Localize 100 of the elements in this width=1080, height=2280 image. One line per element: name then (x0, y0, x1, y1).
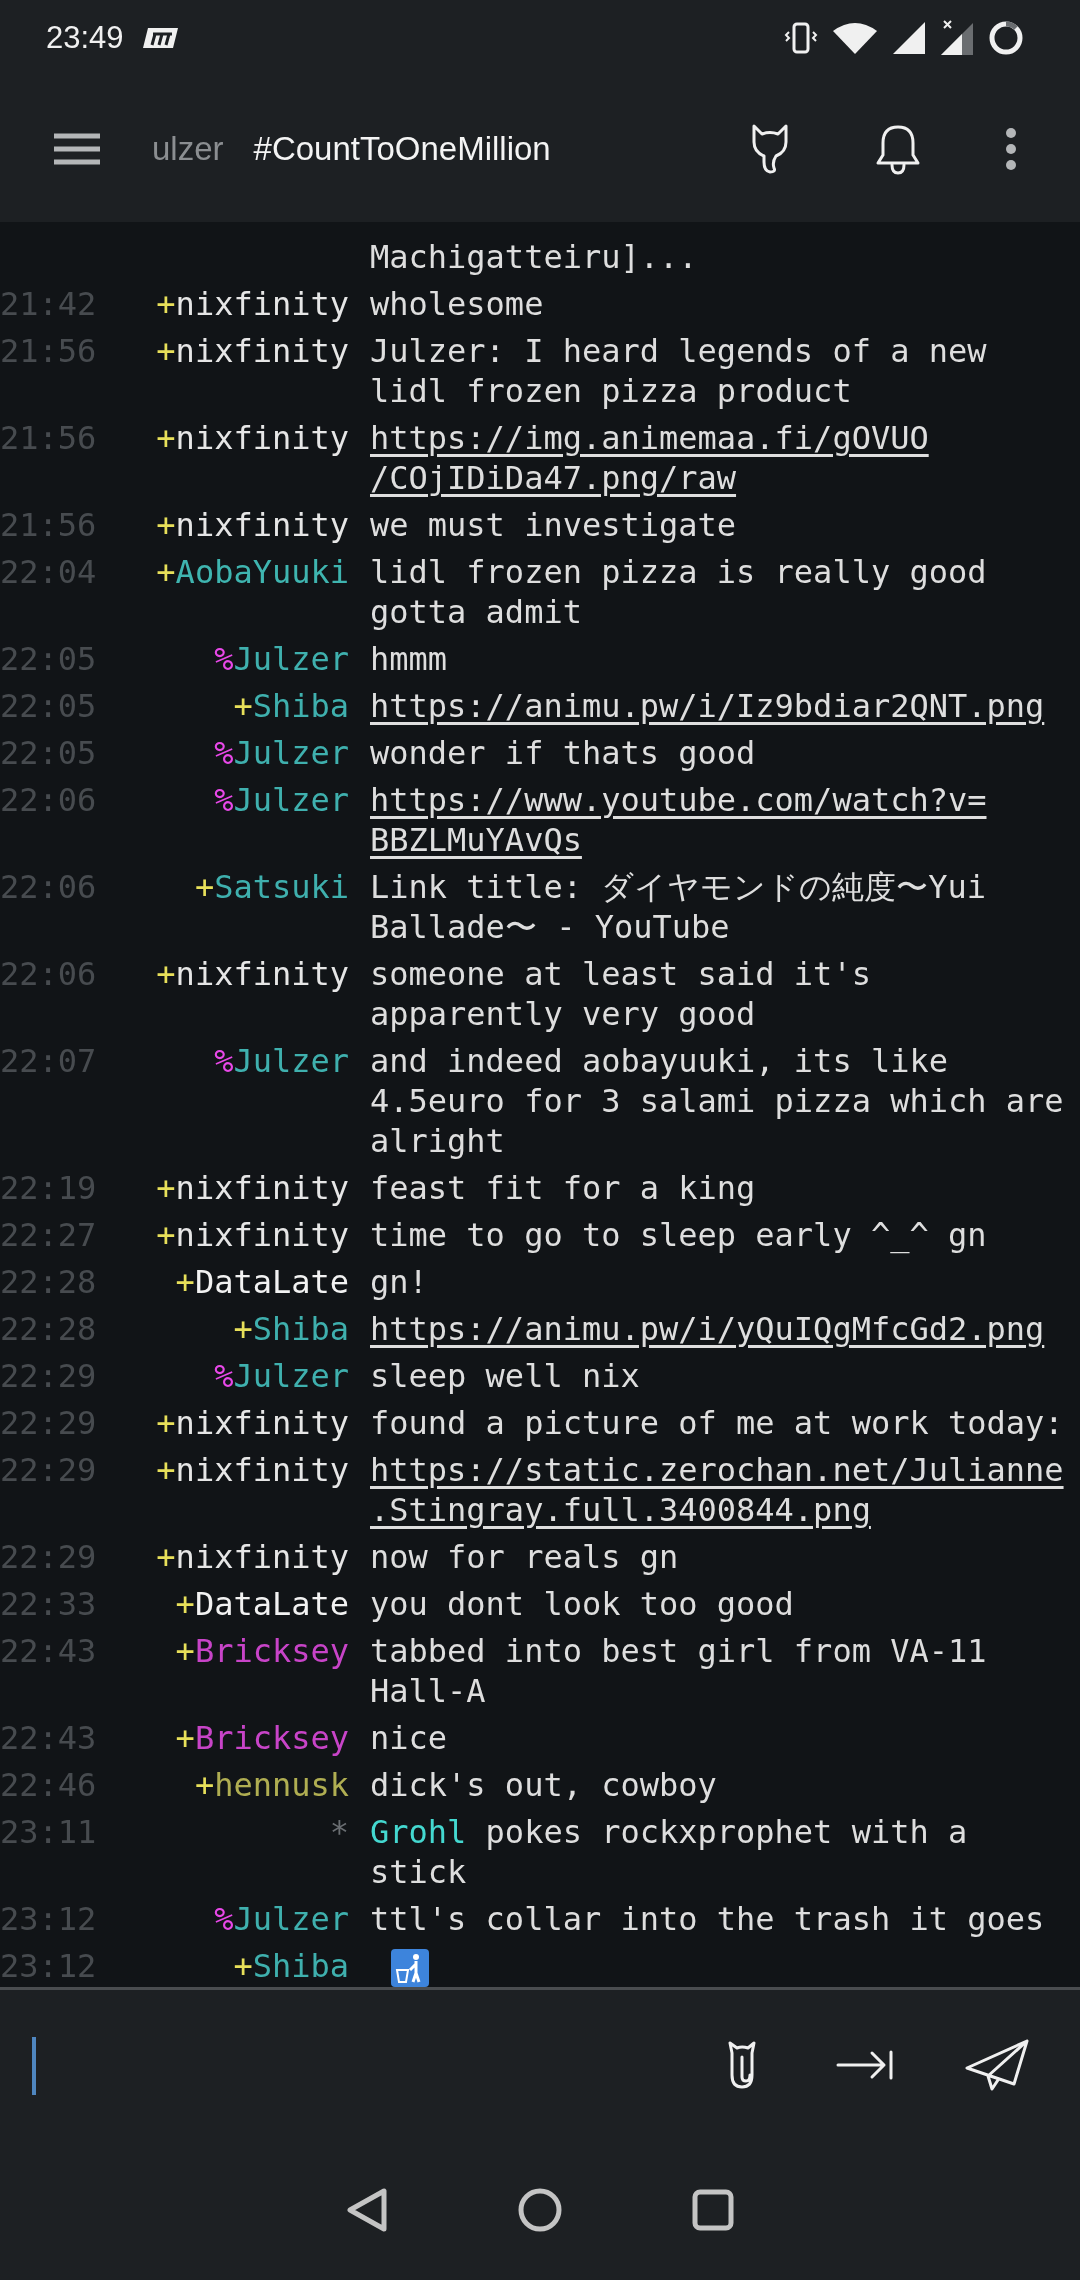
home-button[interactable] (518, 2188, 562, 2232)
timestamp: 22:06 (0, 954, 98, 995)
mode-symbol: + (156, 955, 176, 993)
timestamp: 22:06 (0, 867, 98, 908)
mode-symbol: + (233, 687, 253, 725)
timestamp: 23:12 (0, 1946, 98, 1987)
recents-button[interactable] (692, 2189, 734, 2231)
timestamp: 23:12 (0, 1899, 98, 1939)
nickname[interactable]: Julzer (233, 1042, 349, 1080)
mode-symbol: + (175, 1585, 195, 1623)
nickname[interactable]: Shiba (252, 1947, 349, 1985)
mode-symbol: + (156, 1538, 176, 1576)
message-text: hmmm (370, 639, 448, 679)
nickname[interactable]: AobaYuuki (175, 553, 349, 591)
menu-icon (52, 132, 102, 166)
nickname[interactable]: nixfinity (175, 1451, 349, 1489)
signal-icon (940, 20, 974, 56)
timestamp: 22:29 (0, 1356, 98, 1396)
nickname[interactable]: Bricksey (194, 1632, 349, 1670)
nickname[interactable]: nixfinity (175, 1538, 349, 1576)
timestamp: 22:05 (0, 686, 98, 726)
nickname[interactable]: nixfinity (175, 1169, 349, 1207)
mode-symbol: + (156, 332, 176, 370)
message-text: ttl's collar into the trash it goes (370, 1899, 1045, 1939)
back-icon (346, 2188, 388, 2232)
channel-title: #CountToOneMillion (253, 130, 551, 168)
nickname[interactable]: nixfinity (175, 1216, 349, 1254)
mode-symbol: % (214, 734, 234, 772)
timestamp: 22:05 (0, 733, 98, 773)
timestamp: 22:46 (0, 1765, 98, 1805)
message-link[interactable]: https://www.youtube.com/watch?v= BBZLMuYAvQs (370, 780, 987, 860)
timestamp: 21:42 (0, 284, 98, 324)
mode-symbol: + (156, 1169, 176, 1207)
nickname[interactable]: Bricksey (194, 1719, 349, 1757)
nickname[interactable]: nixfinity (175, 1404, 349, 1442)
nickname[interactable]: Julzer (233, 781, 349, 819)
mode-symbol: + (233, 1310, 253, 1348)
message-link[interactable]: https://animu.pw/i/yQuIQgMfcGd2.png (370, 1309, 1045, 1349)
mode-symbol: % (214, 640, 234, 678)
nickname[interactable]: Shiba (252, 1310, 349, 1348)
message-text: we must investigate (370, 505, 737, 545)
mode-symbol: % (214, 1900, 234, 1938)
timestamp: 22:07 (0, 1041, 98, 1082)
timestamp: 22:33 (0, 1584, 98, 1624)
mode-symbol: + (194, 1766, 215, 1804)
mode-symbol: + (156, 506, 176, 544)
timestamp: 22:29 (0, 1450, 98, 1491)
mode-symbol: + (233, 1947, 253, 1985)
mode-symbol: + (156, 553, 176, 591)
nickname[interactable]: Satsuki (214, 868, 349, 906)
mode-symbol: + (156, 1451, 176, 1489)
battery-icon (988, 20, 1024, 56)
channel-tab[interactable]: ulzer (152, 130, 224, 168)
mode-symbol: + (156, 1404, 176, 1442)
litter-bin-icon (391, 1949, 429, 1987)
timestamp: 21:56 (0, 331, 98, 372)
timestamp: 22:19 (0, 1168, 98, 1208)
nickname[interactable]: Shiba (252, 687, 349, 725)
message-link[interactable]: https://animu.pw/i/Iz9bdiar2QNT.png (370, 686, 1045, 726)
timestamp: 22:28 (0, 1309, 98, 1349)
timestamp: 22:28 (0, 1262, 98, 1302)
timestamp: 22:04 (0, 552, 98, 593)
timestamp: 23:11 (0, 1812, 98, 1853)
message-text: sleep well nix (370, 1356, 640, 1396)
mode-symbol: % (214, 1042, 234, 1080)
message-text: Machigatteiru]... (370, 237, 698, 277)
tab-arrow-icon (836, 2049, 894, 2081)
timestamp: 22:43 (0, 1631, 98, 1672)
back-button[interactable] (346, 2188, 388, 2232)
nickname[interactable]: Julzer (233, 1900, 349, 1938)
message-text: dick's out, cowboy (370, 1765, 717, 1805)
nickname[interactable]: nixfinity (175, 332, 349, 370)
nickname[interactable]: nixfinity (175, 955, 349, 993)
mode-symbol: % (214, 1357, 234, 1395)
mode-symbol: * (329, 1813, 349, 1851)
nickname[interactable]: Julzer (233, 1357, 349, 1395)
nickname[interactable]: Julzer (233, 734, 349, 772)
mode-symbol: + (156, 419, 176, 457)
mode-symbol: + (194, 868, 215, 906)
timestamp: 22:05 (0, 639, 98, 679)
nickname[interactable]: Julzer (233, 640, 349, 678)
nickname[interactable]: nixfinity (175, 419, 349, 457)
timestamp: 21:56 (0, 505, 98, 545)
mode-symbol: + (156, 1216, 176, 1254)
nickname[interactable]: nixfinity (175, 285, 349, 323)
vibrate-icon (784, 21, 818, 55)
nickname[interactable]: DataLate (194, 1585, 349, 1623)
wifi-icon (832, 21, 878, 55)
nickname[interactable]: DataLate (194, 1263, 349, 1301)
timestamp: 22:29 (0, 1403, 98, 1443)
message-text: nice (370, 1718, 448, 1758)
message-text: now for reals gn (370, 1537, 679, 1577)
mode-symbol: + (175, 1632, 195, 1670)
message-text: gn! (370, 1262, 428, 1302)
timestamp: 22:43 (0, 1718, 98, 1758)
more-icon (1004, 127, 1018, 171)
nickname[interactable]: hennusk (214, 1766, 349, 1804)
nickname[interactable]: nixfinity (175, 506, 349, 544)
message-text: wonder if thats good (370, 733, 756, 773)
send-icon (964, 2038, 1030, 2092)
